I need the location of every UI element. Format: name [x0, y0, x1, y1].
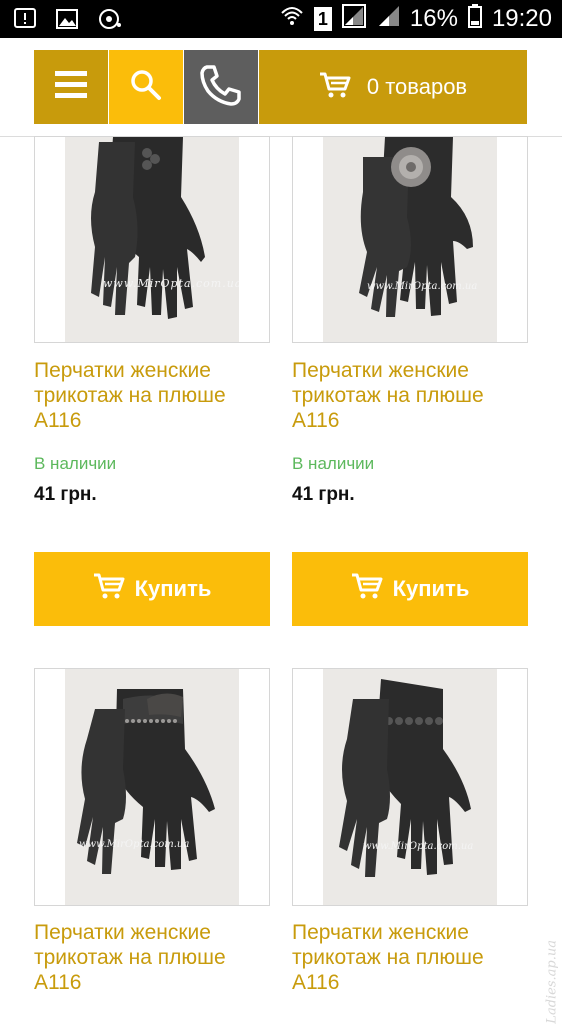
- product-image[interactable]: www.MirOpta.com.ua: [292, 136, 528, 343]
- signal-1-icon: [341, 4, 368, 33]
- image-watermark: www.MirOpta.com.ua: [367, 281, 477, 292]
- glove-photo: www.MirOpta.com.ua: [65, 669, 239, 905]
- header-toolbar: 0 товаров: [34, 50, 527, 124]
- disc-notification-icon: [98, 8, 122, 35]
- signal-2-icon: [378, 5, 400, 32]
- hamburger-icon: [55, 70, 87, 105]
- buy-button[interactable]: Купить: [292, 552, 528, 626]
- corner-watermark: Ladies.ap.ua: [545, 940, 560, 1024]
- phone-icon: [199, 63, 243, 112]
- buy-button-label: Купить: [134, 576, 212, 601]
- sim-slot-icon: 1: [313, 6, 332, 31]
- call-button[interactable]: [184, 50, 258, 124]
- search-button[interactable]: [109, 50, 183, 124]
- image-watermark: www.MirOpta.com.ua: [79, 839, 189, 850]
- search-icon: [130, 69, 162, 106]
- product-name[interactable]: Перчатки женские трикотаж на плюше А116: [292, 358, 528, 433]
- clock: 19:20: [491, 4, 552, 32]
- image-watermark: www.MirOpta.com.ua: [363, 841, 473, 852]
- wifi-icon: [280, 5, 304, 32]
- cart-icon: [351, 572, 383, 606]
- product-image[interactable]: www.MirOpta.com.ua: [292, 668, 528, 906]
- product-image[interactable]: www.MirOpta.com.ua: [34, 136, 270, 343]
- buy-button-label: Купить: [392, 576, 470, 601]
- image-notification-icon: [56, 8, 78, 35]
- buy-button[interactable]: Купить: [34, 552, 270, 626]
- alert-notification-icon: [14, 8, 36, 35]
- product-price: 41 грн.: [34, 484, 97, 505]
- cart-button[interactable]: 0 товаров: [259, 50, 527, 124]
- glove-photo: www.MirOpta.com.ua: [323, 137, 497, 342]
- battery-percent: 16%: [409, 4, 458, 32]
- product-name[interactable]: Перчатки женские трикотаж на плюше А116: [34, 920, 270, 995]
- product-image[interactable]: www.MirOpta.com.ua: [34, 668, 270, 906]
- product-name[interactable]: Перчатки женские трикотаж на плюше А116: [34, 358, 270, 433]
- glove-photo: www.MirOpta.com.ua: [323, 669, 497, 905]
- glove-photo: www.MirOpta.com.ua: [65, 137, 241, 342]
- stock-status: В наличии: [34, 454, 117, 473]
- status-bar: 1 16% 19:20: [0, 0, 562, 38]
- image-watermark: www.MirOpta.com.ua: [103, 277, 239, 290]
- cart-count-label: 0 товаров: [366, 74, 468, 99]
- product-price: 41 грн.: [292, 484, 355, 505]
- stock-status: В наличии: [292, 454, 375, 473]
- menu-button[interactable]: [34, 50, 108, 124]
- cart-icon: [93, 572, 125, 606]
- product-name[interactable]: Перчатки женские трикотаж на плюше А116: [292, 920, 528, 995]
- cart-icon: [319, 71, 351, 104]
- battery-icon: [467, 4, 482, 33]
